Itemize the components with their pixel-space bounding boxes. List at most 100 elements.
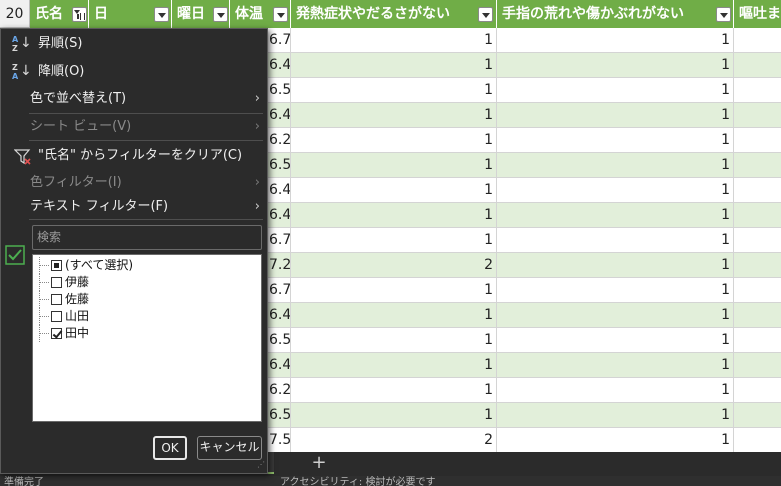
column-header-weekday[interactable]: 曜日 [172,0,230,28]
vomit-cell[interactable] [734,378,781,403]
vomit-cell[interactable] [734,328,781,353]
hands-cell[interactable]: 1 [497,328,734,353]
filter-dropdown-icon[interactable] [478,7,493,22]
vomit-cell[interactable] [734,78,781,103]
option-checkbox[interactable] [51,311,62,322]
fever-cell[interactable]: 1 [291,328,497,353]
row-number[interactable]: 20 [0,0,30,28]
fever-cell[interactable]: 1 [291,303,497,328]
vomit-cell[interactable] [734,353,781,378]
search-input[interactable]: 検索 [32,225,262,250]
vomit-cell[interactable] [734,278,781,303]
column-header-day[interactable]: 日 [89,0,172,28]
cancel-button[interactable]: キャンセル [197,436,262,460]
submenu-arrow-icon: › [254,199,260,214]
hands-cell[interactable]: 1 [497,103,734,128]
resize-grip-icon[interactable]: ⋰ [257,461,265,471]
option-checkbox[interactable] [51,277,62,288]
temperature-cell[interactable]: 6.4 [266,53,291,78]
vomit-cell[interactable] [734,53,781,78]
vomit-cell[interactable] [734,128,781,153]
column-header-label: 氏名 [35,6,63,22]
fever-cell[interactable]: 1 [291,28,497,53]
fever-cell[interactable]: 2 [291,253,497,278]
fever-cell[interactable]: 1 [291,403,497,428]
temperature-cell[interactable]: 6.4 [266,103,291,128]
fever-cell[interactable]: 1 [291,128,497,153]
hands-cell[interactable]: 1 [497,203,734,228]
filter-dropdown-icon[interactable] [273,7,288,22]
temperature-cell[interactable]: 6.4 [266,353,291,378]
temperature-cell[interactable]: 6.2 [266,128,291,153]
temperature-cell[interactable]: 6.5 [266,403,291,428]
temperature-cell[interactable]: 6.4 [266,203,291,228]
column-header-temperature[interactable]: 体温 [230,0,291,28]
temperature-cell[interactable]: 6.7 [266,228,291,253]
fever-cell[interactable]: 1 [291,153,497,178]
status-accessibility[interactable]: アクセシビリティ: 検討が必要です [280,476,435,486]
filter-dropdown-icon[interactable] [154,7,169,22]
hands-cell[interactable]: 1 [497,403,734,428]
vomit-cell[interactable] [734,178,781,203]
vomit-cell[interactable] [734,103,781,128]
filter-dropdown-icon[interactable] [716,7,731,22]
vomit-cell[interactable] [734,28,781,53]
fever-cell[interactable]: 1 [291,103,497,128]
hands-cell[interactable]: 1 [497,28,734,53]
vomit-cell[interactable] [734,403,781,428]
hands-cell[interactable]: 1 [497,353,734,378]
sort-by-color-item[interactable]: 色で並べ替え(T) › [2,86,266,112]
clear-filter-item[interactable]: "氏名" からフィルターをクリア(C) [2,143,266,169]
vomit-cell[interactable] [734,228,781,253]
hands-cell[interactable]: 1 [497,53,734,78]
fever-cell[interactable]: 1 [291,203,497,228]
temperature-cell[interactable]: 6.2 [266,378,291,403]
hands-cell[interactable]: 1 [497,78,734,103]
option-checkbox[interactable] [51,328,62,339]
vomit-cell[interactable] [734,153,781,178]
temperature-cell[interactable]: 6.5 [266,153,291,178]
hands-cell[interactable]: 1 [497,228,734,253]
temperature-cell[interactable]: 6.5 [266,78,291,103]
hands-cell[interactable]: 1 [497,178,734,203]
fever-cell[interactable]: 1 [291,378,497,403]
fever-cell[interactable]: 1 [291,278,497,303]
sort-descending-item[interactable]: Z A ↓ 降順(O) [2,59,266,85]
filter-active-icon[interactable] [72,7,87,22]
hands-cell[interactable]: 1 [497,253,734,278]
temperature-cell[interactable]: 6.7 [266,278,291,303]
hands-cell[interactable]: 1 [497,278,734,303]
hands-cell[interactable]: 1 [497,153,734,178]
filter-dropdown-icon[interactable] [213,7,228,22]
temperature-cell[interactable]: 7.5 [266,428,291,452]
column-header-hands[interactable]: 手指の荒れや傷かぶれがない [497,0,734,28]
vomit-cell[interactable] [734,303,781,328]
hands-cell[interactable]: 1 [497,303,734,328]
temperature-cell[interactable]: 6.4 [266,303,291,328]
option-checkbox[interactable] [51,294,62,305]
vomit-cell[interactable] [734,253,781,278]
fever-cell[interactable]: 1 [291,53,497,78]
temperature-cell[interactable]: 6.5 [266,328,291,353]
fever-cell[interactable]: 1 [291,78,497,103]
sort-ascending-item[interactable]: A Z ↓ 昇順(S) [2,31,266,57]
column-header-vomit[interactable]: 嘔吐ま [734,0,781,28]
temperature-cell[interactable]: 7.2 [266,253,291,278]
temperature-cell[interactable]: 6.4 [266,178,291,203]
hands-cell[interactable]: 1 [497,378,734,403]
vomit-cell[interactable] [734,428,781,452]
fever-cell[interactable]: 1 [291,178,497,203]
ok-button[interactable]: OK [153,436,187,460]
hands-cell[interactable]: 1 [497,128,734,153]
select-all-checkbox[interactable] [51,260,62,271]
fever-cell[interactable]: 2 [291,428,497,452]
add-sheet-button[interactable]: + [310,452,328,474]
temperature-cell[interactable]: 6.7 [266,28,291,53]
text-filter-item[interactable]: テキスト フィルター(F) › [2,194,266,220]
fever-cell[interactable]: 1 [291,228,497,253]
column-header-name[interactable]: 氏名 [30,0,89,28]
vomit-cell[interactable] [734,203,781,228]
fever-cell[interactable]: 1 [291,353,497,378]
column-header-fever[interactable]: 発熱症状やだるさがない [291,0,497,28]
hands-cell[interactable]: 1 [497,428,734,452]
